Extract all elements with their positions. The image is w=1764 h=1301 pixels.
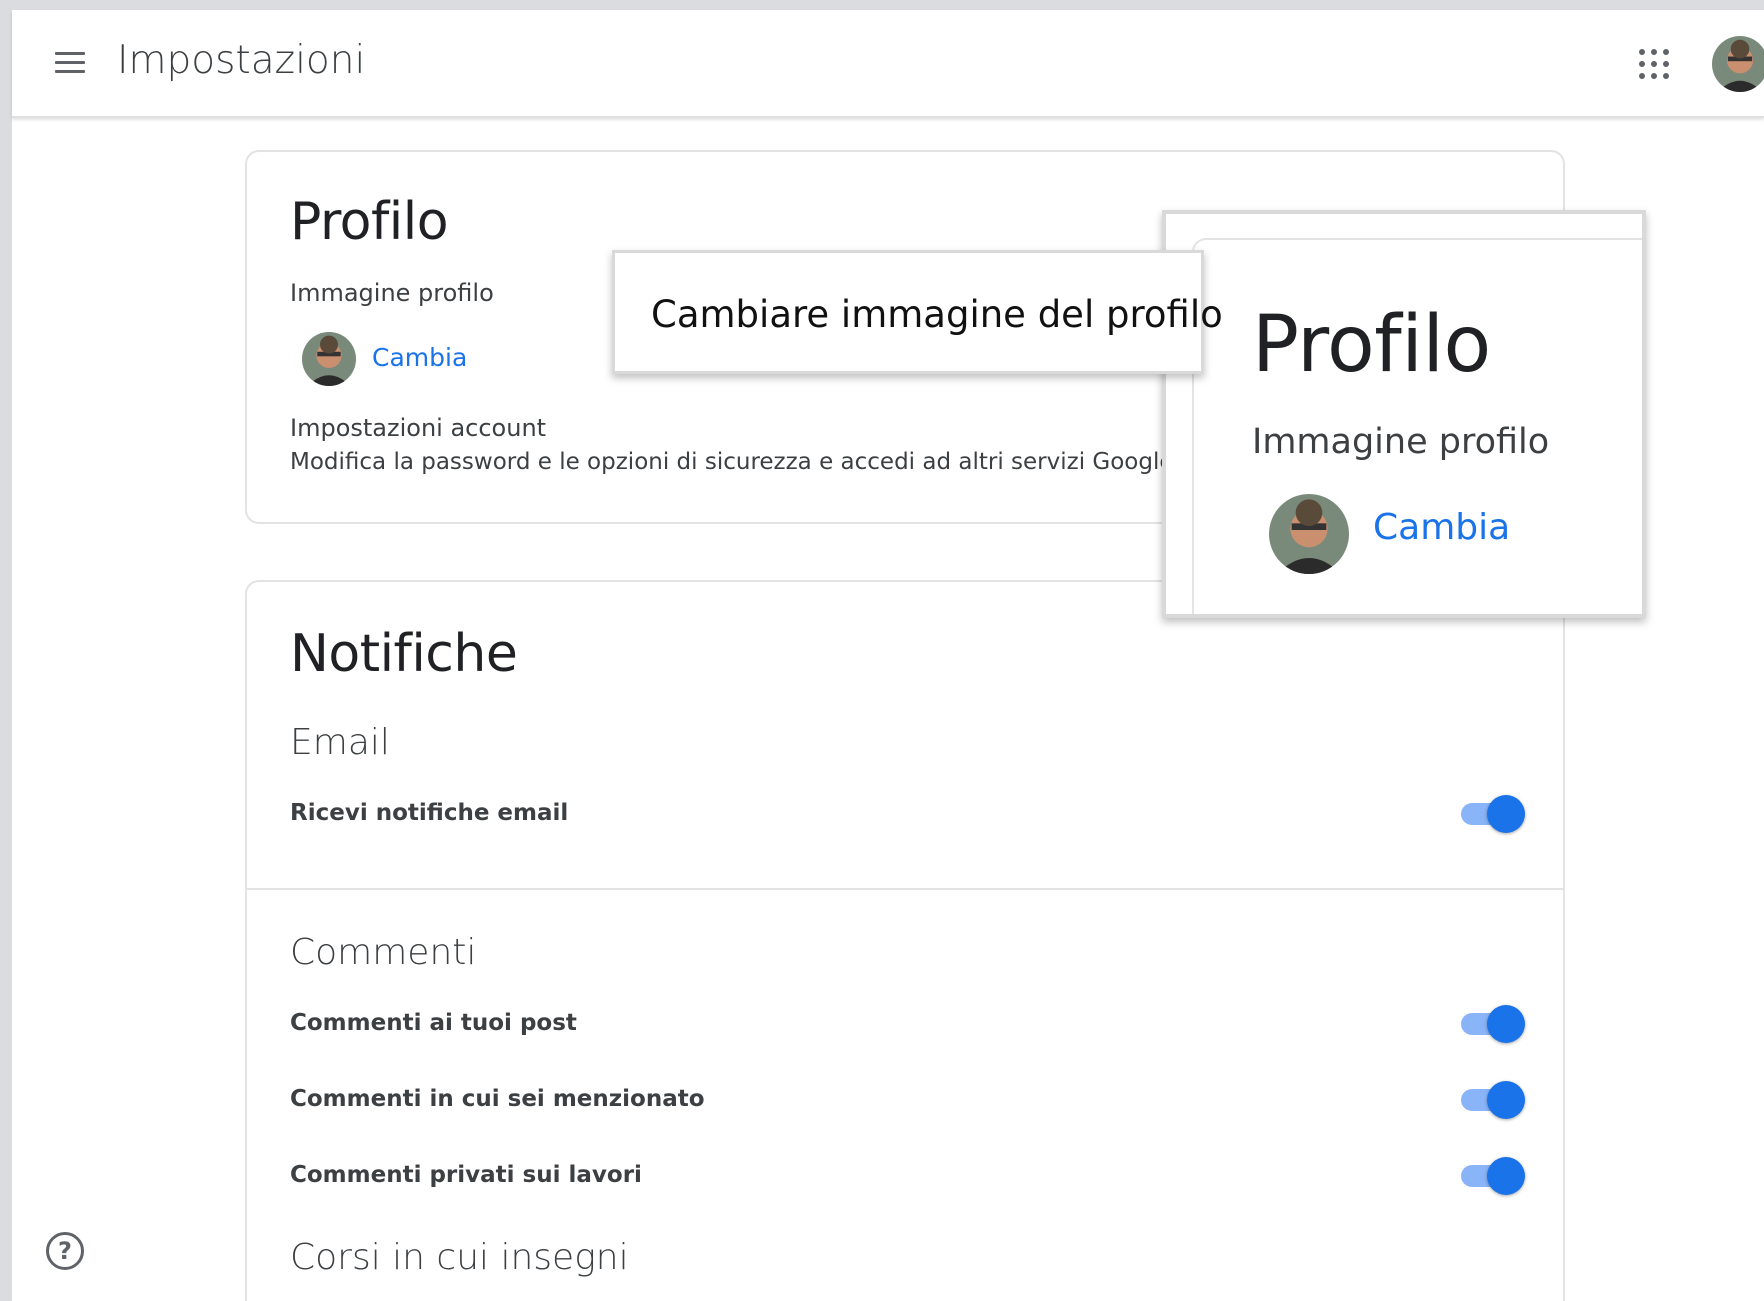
comments-section-title: Commenti — [290, 932, 477, 973]
profile-image-label: Immagine profilo — [290, 279, 494, 307]
page-title: Impostazioni — [117, 38, 366, 83]
zoom-profile-title: Profilo — [1252, 300, 1491, 390]
account-avatar[interactable] — [1712, 36, 1764, 92]
zoom-inset: Profilo Immagine profilo Cambia — [1162, 210, 1646, 618]
screen: Impostazioni Profilo Immagine profilo Ca… — [0, 0, 1764, 1301]
app-bar: Impostazioni — [12, 10, 1764, 118]
account-settings-desc[interactable]: Modifica la password e le opzioni di sic… — [290, 449, 1181, 475]
apps-grid-icon[interactable] — [1636, 46, 1672, 82]
outer-frame-left — [0, 0, 12, 1301]
profile-avatar — [302, 332, 356, 386]
outer-frame-top — [0, 0, 1764, 10]
comments-posts-label: Commenti ai tuoi post — [290, 1010, 577, 1036]
private-comments-label: Commenti privati sui lavori — [290, 1162, 642, 1188]
zoom-image-label: Immagine profilo — [1252, 422, 1550, 462]
email-section-title: Email — [290, 722, 390, 763]
private-comments-toggle[interactable] — [1459, 1155, 1525, 1195]
help-icon[interactable]: ? — [46, 1232, 84, 1270]
email-notifications-toggle[interactable] — [1459, 793, 1525, 833]
profile-title: Profilo — [290, 192, 449, 252]
notifications-title: Notifiche — [290, 624, 518, 684]
menu-icon[interactable] — [50, 42, 90, 82]
comments-posts-toggle[interactable] — [1459, 1003, 1525, 1043]
section-divider — [247, 888, 1563, 890]
email-notifications-label: Ricevi notifiche email — [290, 800, 569, 826]
comments-mentioned-label: Commenti in cui sei menzionato — [290, 1086, 705, 1112]
comments-mentioned-toggle[interactable] — [1459, 1079, 1525, 1119]
change-photo-link[interactable]: Cambia — [372, 343, 467, 372]
callout-text: Cambiare immagine del profilo — [651, 293, 1223, 336]
account-settings-label: Impostazioni account — [290, 414, 547, 442]
zoom-avatar — [1269, 494, 1349, 574]
notifications-card: Notifiche Email Ricevi notifiche email C… — [245, 580, 1565, 1301]
zoom-change-link[interactable]: Cambia — [1373, 507, 1510, 548]
instruction-callout: Cambiare immagine del profilo — [612, 250, 1223, 374]
courses-section-title: Corsi in cui insegni — [290, 1237, 629, 1278]
